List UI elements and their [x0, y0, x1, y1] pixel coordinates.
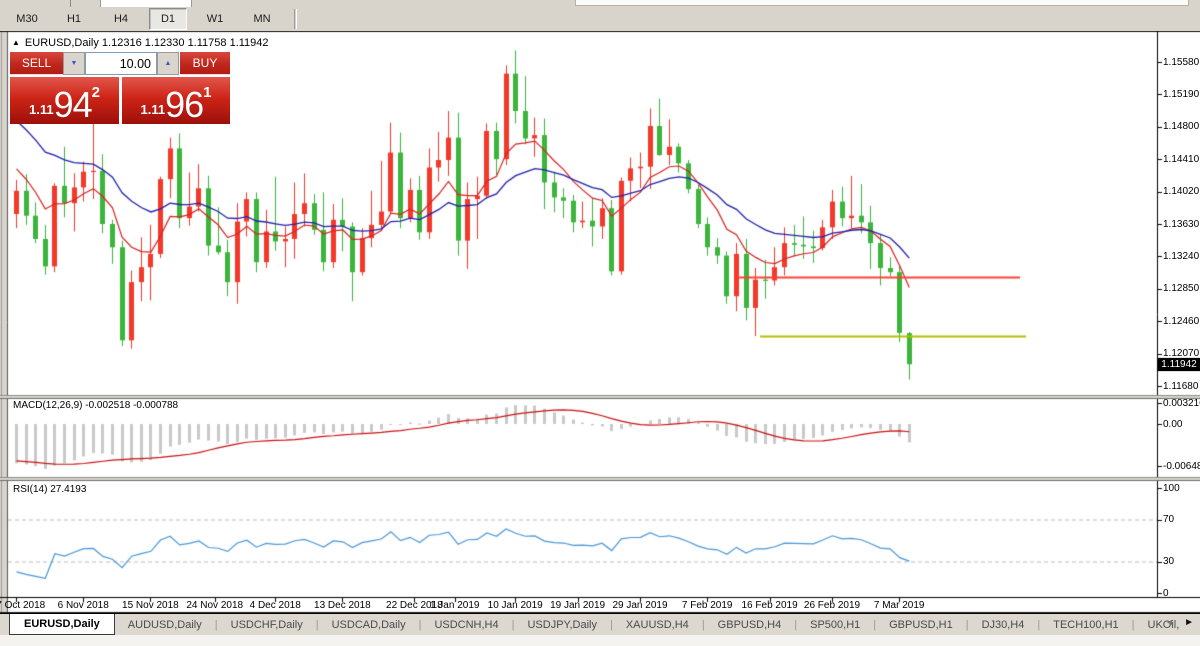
tab-gbpusd-h1[interactable]: GBPUSD,H1 — [876, 614, 966, 635]
date-axis-label: 27 Oct 2018 — [0, 600, 54, 611]
toolbar-fragment — [575, 0, 1189, 6]
timeframe-button-h4[interactable]: H4 — [102, 8, 140, 30]
date-axis: 27 Oct 20186 Nov 201815 Nov 201824 Nov 2… — [0, 0, 1200, 645]
date-axis-label: 15 Nov 2018 — [114, 600, 186, 611]
tab-usdcad-daily[interactable]: USDCAD,Daily — [319, 614, 419, 635]
timeframe-button-h1[interactable]: H1 — [55, 8, 93, 30]
tab-bar-understrip — [0, 635, 1200, 646]
date-axis-label: 7 Mar 2019 — [863, 600, 935, 611]
timeframe-button-mn[interactable]: MN — [243, 8, 281, 30]
tab-gbpusd-h4[interactable]: GBPUSD,H4 — [705, 614, 795, 635]
timeframe-button-m30[interactable]: M30 — [8, 8, 46, 30]
toolbar-divider — [70, 0, 71, 7]
tab-scroll-arrows: ◄ ► — [1165, 617, 1194, 628]
tab-sp500-h1[interactable]: SP500,H1 — [797, 614, 873, 635]
chart-tabs: EURUSD,DailyAUDUSD,Daily|USDCHF,Daily|US… — [0, 614, 1200, 635]
date-axis-label: 6 Nov 2018 — [47, 600, 119, 611]
clipped-upper-toolbar — [0, 0, 1200, 7]
tab-scroll-left-icon[interactable]: ◄ — [1165, 617, 1174, 628]
tab-usdcnh-h4[interactable]: USDCNH,H4 — [421, 614, 511, 635]
toolbar-divider — [294, 9, 297, 29]
timeframe-button-d1[interactable]: D1 — [149, 8, 187, 30]
tab-usdjpy-daily[interactable]: USDJPY,Daily — [514, 614, 610, 635]
tab-xauusd-h4[interactable]: XAUUSD,H4 — [613, 614, 702, 635]
tab-eurusd-daily[interactable]: EURUSD,Daily — [9, 614, 115, 635]
timeframe-button-w1[interactable]: W1 — [196, 8, 234, 30]
current-price-badge: 1.11942 — [1158, 358, 1200, 371]
tab-tech100-h1[interactable]: TECH100,H1 — [1040, 614, 1131, 635]
chart-tab-bar: EURUSD,DailyAUDUSD,Daily|USDCHF,Daily|US… — [0, 613, 1200, 646]
timeframe-toolbar: M30 H1 H4 D1 W1 MN — [0, 7, 1200, 31]
mt4-window: { "toolbar": { "timeframes": ["M30","H1"… — [0, 0, 1200, 645]
date-axis-label: 19 Jan 2019 — [542, 600, 614, 611]
tab-scroll-right-icon[interactable]: ► — [1184, 617, 1194, 628]
date-axis-label: 29 Jan 2019 — [604, 600, 676, 611]
date-axis-label: 13 Dec 2018 — [306, 600, 378, 611]
date-axis-label: 26 Feb 2019 — [796, 600, 868, 611]
date-axis-label: 10 Jan 2019 — [479, 600, 551, 611]
date-axis-label: 4 Dec 2018 — [239, 600, 311, 611]
date-axis-label: 7 Feb 2019 — [671, 600, 743, 611]
tab-usdchf-daily[interactable]: USDCHF,Daily — [218, 614, 316, 635]
tab-audusd-daily[interactable]: AUDUSD,Daily — [115, 614, 215, 635]
date-axis-label: 16 Feb 2019 — [734, 600, 806, 611]
tab-dj30-h4[interactable]: DJ30,H4 — [969, 614, 1038, 635]
